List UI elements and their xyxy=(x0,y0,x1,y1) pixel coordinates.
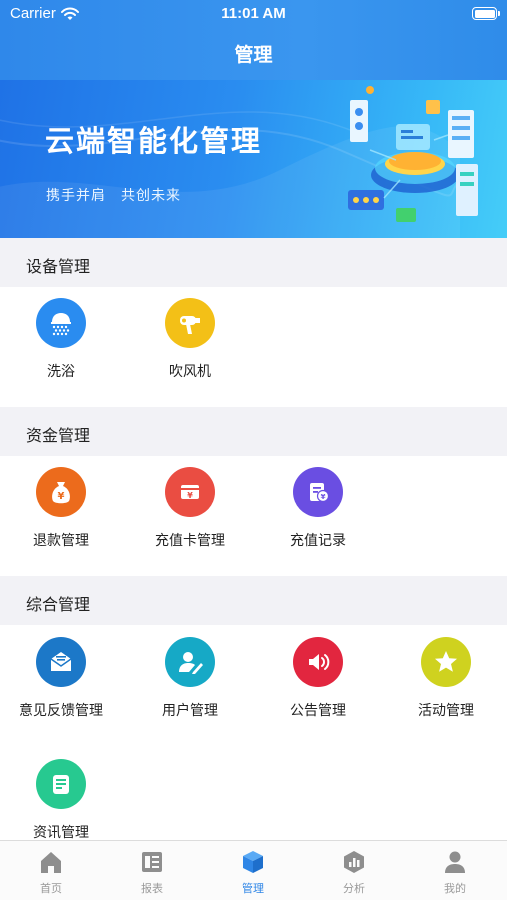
cube-icon xyxy=(202,848,304,876)
refund-management-button[interactable]: ¥ 退款管理 xyxy=(0,467,125,550)
battery-icon xyxy=(472,7,500,20)
news-management-label: 资讯管理 xyxy=(33,825,89,841)
section-funds-management: 资金管理 xyxy=(0,407,507,456)
svg-text:¥: ¥ xyxy=(187,491,193,500)
tab-label: 管理 xyxy=(242,882,264,895)
tab-manage[interactable]: 管理 xyxy=(202,848,304,896)
home-icon xyxy=(0,848,102,876)
recharge-card-management-button[interactable]: ¥ 充值卡管理 xyxy=(126,467,254,550)
status-bar: Carrier 11:01 AM xyxy=(0,0,507,28)
money-bag-icon: ¥ xyxy=(36,467,86,517)
recharge-card-management-label: 充值卡管理 xyxy=(155,533,225,549)
shower-icon xyxy=(36,298,86,348)
profile-icon xyxy=(404,848,506,876)
page-title: 管理 xyxy=(234,44,273,66)
tab-analysis[interactable]: 分析 xyxy=(303,848,405,896)
shower-button[interactable]: 洗浴 xyxy=(0,298,125,381)
tab-label: 首页 xyxy=(40,882,62,895)
news-management-button[interactable]: 资讯管理 xyxy=(0,759,125,842)
hero-banner[interactable]: 云端智能化管理 携手并肩 共创未来 xyxy=(0,80,507,238)
hair-dryer-button[interactable]: 吹风机 xyxy=(126,298,254,381)
activity-management-button[interactable]: 活动管理 xyxy=(382,637,507,720)
section-title: 综合管理 xyxy=(26,595,91,614)
feedback-management-button[interactable]: 意见反馈管理 xyxy=(0,637,125,720)
feedback-management-label: 意见反馈管理 xyxy=(19,703,103,719)
section-device-management: 设备管理 xyxy=(0,238,507,287)
refund-management-label: 退款管理 xyxy=(33,533,89,549)
tab-label: 报表 xyxy=(141,882,163,895)
tab-home[interactable]: 首页 xyxy=(0,848,102,896)
cloud-server-illustration-icon xyxy=(348,86,478,222)
section-title: 资金管理 xyxy=(26,426,91,445)
mail-icon xyxy=(36,637,86,687)
clock: 11:01 AM xyxy=(221,5,286,22)
user-management-button[interactable]: 用户管理 xyxy=(126,637,254,720)
recharge-record-button[interactable]: ¥ 充值记录 xyxy=(254,467,382,550)
recharge-record-label: 充值记录 xyxy=(290,533,346,549)
bottom-tab-bar: 首页 报表 管理 分析 我的 xyxy=(0,840,507,900)
banner-subtitle: 携手并肩 共创未来 xyxy=(46,188,181,204)
report-icon xyxy=(101,848,203,876)
tab-report[interactable]: 报表 xyxy=(101,848,203,896)
star-icon xyxy=(421,637,471,687)
announcement-management-label: 公告管理 xyxy=(290,703,346,719)
section-general-management: 综合管理 xyxy=(0,576,507,625)
hair-dryer-label: 吹风机 xyxy=(169,364,211,380)
tab-label: 分析 xyxy=(343,882,365,895)
record-yen-icon: ¥ xyxy=(293,467,343,517)
shower-label: 洗浴 xyxy=(47,364,75,380)
speaker-icon xyxy=(293,637,343,687)
hair-dryer-icon xyxy=(165,298,215,348)
tab-mine[interactable]: 我的 xyxy=(404,848,506,896)
activity-management-label: 活动管理 xyxy=(418,703,474,719)
tab-label: 我的 xyxy=(444,882,466,895)
card-yen-icon: ¥ xyxy=(165,467,215,517)
section-title: 设备管理 xyxy=(26,257,91,276)
announcement-management-button[interactable]: 公告管理 xyxy=(254,637,382,720)
app-header: Carrier 11:01 AM 管理 xyxy=(0,0,507,80)
user-edit-icon xyxy=(165,637,215,687)
news-icon xyxy=(36,759,86,809)
user-management-label: 用户管理 xyxy=(162,703,218,719)
analysis-icon xyxy=(303,848,405,876)
svg-text:¥: ¥ xyxy=(58,491,65,502)
svg-text:¥: ¥ xyxy=(321,493,326,501)
banner-title: 云端智能化管理 xyxy=(45,124,263,158)
